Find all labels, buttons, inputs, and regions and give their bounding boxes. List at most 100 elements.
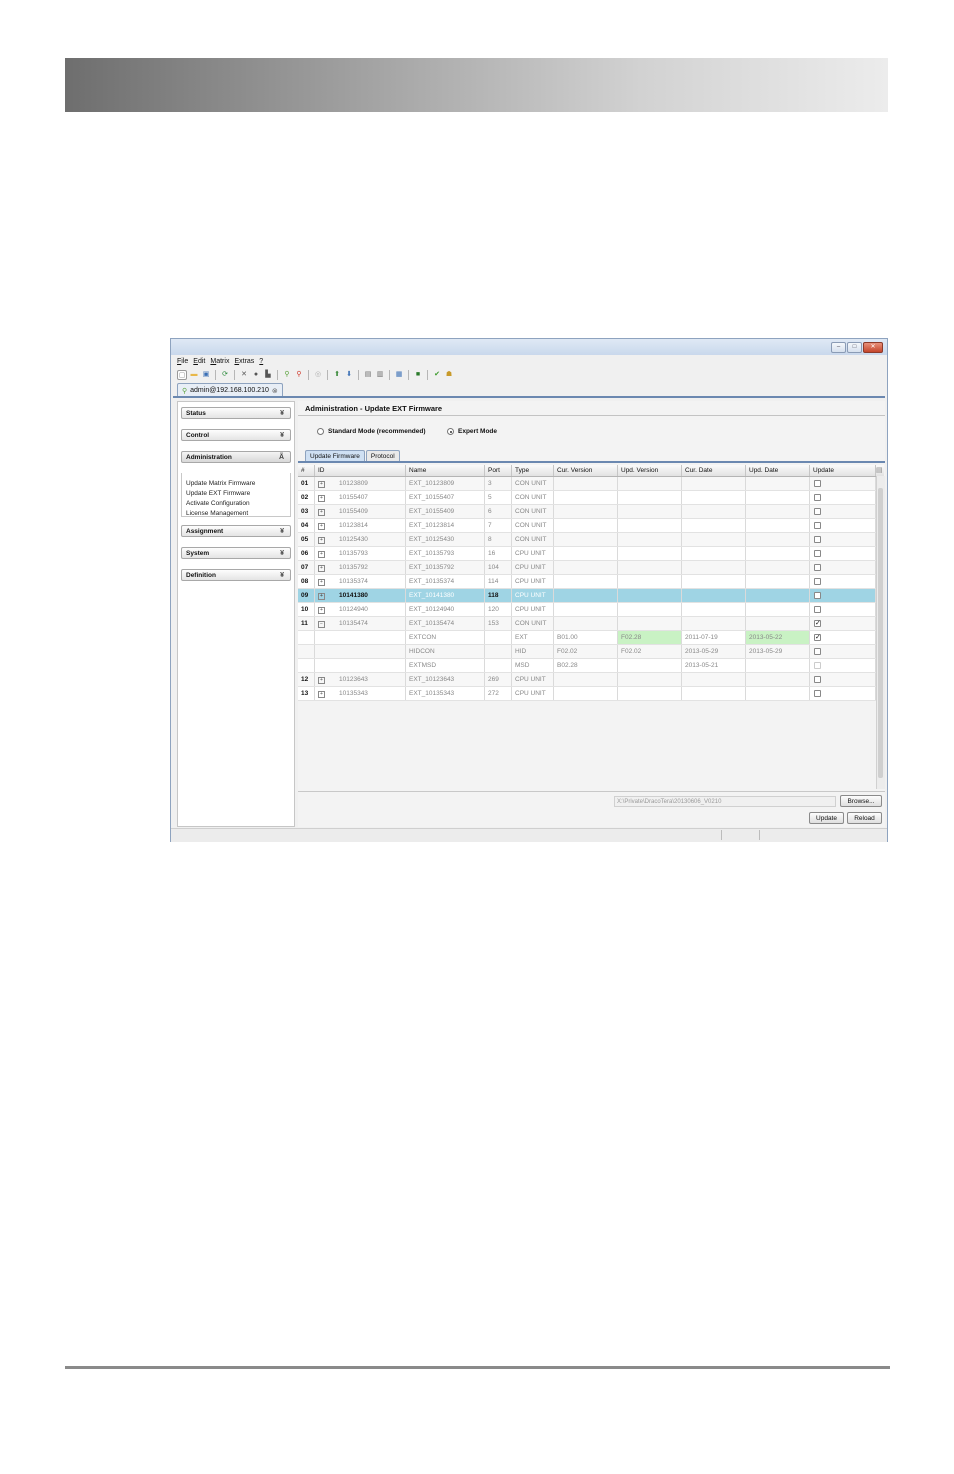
user-icon[interactable]: ☗ [444,370,454,380]
table-row[interactable]: 01 +10123809 EXT_10123809 3 CON UNIT [298,477,876,491]
sidebar-section-status[interactable]: Status ¥ [181,407,291,419]
expert-mode-option[interactable]: Expert Mode [447,428,497,435]
table-row[interactable]: 07 +10135792 EXT_10135792 104 CPU UNIT [298,561,876,575]
update-checkbox[interactable] [814,648,821,655]
update-checkbox[interactable] [814,578,821,585]
table-row[interactable]: 10 +10124940 EXT_10124940 120 CPU UNIT [298,603,876,617]
upload-icon[interactable]: ⬆ [332,370,342,380]
sidebar-section-definition[interactable]: Definition ¥ [181,569,291,581]
update-checkbox[interactable] [814,480,821,487]
open-icon[interactable]: ▬ [189,370,199,380]
expand-icon[interactable]: + [318,579,325,586]
menu-item[interactable]: File [177,358,188,365]
paste-icon[interactable]: ▙ [263,370,273,380]
standard-mode-option[interactable]: Standard Mode (recommended) [317,428,426,435]
table-row[interactable]: 12 +10123643 EXT_10123643 269 CPU UNIT [298,673,876,687]
column-header[interactable]: Update [810,465,876,476]
expand-icon[interactable]: + [318,509,325,516]
check-icon[interactable]: ✔ [432,370,442,380]
close-button[interactable]: ✕ [863,342,883,353]
column-header[interactable]: Port [485,465,512,476]
menu-item[interactable]: Extras [234,358,254,365]
sidebar-section-assignment[interactable]: Assignment ¥ [181,525,291,537]
update-checkbox[interactable] [814,550,821,557]
update-checkbox[interactable]: ✓ [814,620,821,627]
update-checkbox[interactable] [814,606,821,613]
update-checkbox[interactable] [814,494,821,501]
vertical-scrollbar[interactable] [876,476,885,789]
expand-icon[interactable]: + [318,481,325,488]
column-header[interactable]: ID [315,465,406,476]
sidebar-link-update-ext-firmware[interactable]: Update EXT Firmware [186,489,286,499]
export-icon[interactable]: ▥ [375,370,385,380]
table-row[interactable]: 06 +10135793 EXT_10135793 16 CPU UNIT [298,547,876,561]
expand-icon[interactable]: + [318,551,325,558]
menu-item[interactable]: Matrix [210,358,229,365]
connect-icon[interactable]: ⚲ [282,370,292,380]
new-icon[interactable]: ▢ [177,369,187,380]
column-header[interactable]: Upd. Date [746,465,810,476]
sidebar-section-system[interactable]: System ¥ [181,547,291,559]
column-header[interactable]: # [298,465,315,476]
column-settings-icon[interactable]: ▤ [876,465,883,476]
record-icon[interactable]: ● [251,370,261,380]
disconnect-icon[interactable]: ⚲ [294,370,304,380]
column-header[interactable]: Cur. Date [682,465,746,476]
maximize-button[interactable]: □ [847,342,862,353]
column-header[interactable]: Type [512,465,554,476]
column-header[interactable]: Name [406,465,485,476]
update-checkbox[interactable] [814,564,821,571]
update-checkbox[interactable]: ✓ [814,634,821,641]
table-row[interactable]: 13 +10135343 EXT_10135343 272 CPU UNIT [298,687,876,701]
minimize-button[interactable]: – [831,342,846,353]
column-header[interactable]: Cur. Version [554,465,618,476]
expand-icon[interactable]: + [318,565,325,572]
browse-button[interactable]: Browse... [840,795,882,807]
document-icon[interactable]: ▤ [363,370,373,380]
cut-icon[interactable]: ✕ [239,370,249,380]
sidebar-link-update-matrix-firmware[interactable]: Update Matrix Firmware [186,479,286,489]
sidebar-section-control[interactable]: Control ¥ [181,429,291,441]
collapse-icon[interactable]: − [318,621,325,628]
table-row[interactable]: 04 +10123814 EXT_10123814 7 CON UNIT [298,519,876,533]
menu-item[interactable]: Edit [193,358,205,365]
report-icon[interactable]: ▦ [394,370,404,380]
scrollbar-thumb[interactable] [878,488,883,778]
reload-button[interactable]: Reload [847,812,882,824]
update-checkbox[interactable] [814,522,821,529]
column-header[interactable]: Upd. Version [618,465,682,476]
menu-item[interactable]: ? [259,358,263,365]
table-sub-row[interactable]: EXTMSD MSD B02.28 2013-05-21 [298,659,876,673]
expand-icon[interactable]: + [318,607,325,614]
expand-icon[interactable]: + [318,677,325,684]
settings-icon[interactable]: ◎ [313,370,323,380]
firmware-path-field[interactable]: X:\Private\DracoTera\20130606_V0210 [614,796,836,807]
update-button[interactable]: Update [809,812,844,824]
update-checkbox[interactable] [814,592,821,599]
expert-mode-radio[interactable] [447,428,454,435]
table-row[interactable]: 05 +10125430 EXT_10125430 8 CON UNIT [298,533,876,547]
refresh-icon[interactable]: ⟳ [220,370,230,380]
expand-icon[interactable]: + [318,691,325,698]
table-sub-row[interactable]: EXTCON EXT B01.00 F02.28 2011-07-19 2013-05-2… [298,631,876,645]
update-checkbox[interactable] [814,508,821,515]
table-row[interactable]: 08 +10135374 EXT_10135374 114 CPU UNIT [298,575,876,589]
close-tab-icon[interactable]: ⊗ [272,387,278,395]
table-sub-row[interactable]: HIDCON HID F02.02 F02.02 2013-05-29 2013-05-2… [298,645,876,659]
expand-icon[interactable]: + [318,523,325,530]
save-icon[interactable]: ▣ [201,370,211,380]
sidebar-section-administration[interactable]: Administration Ã [181,451,291,463]
table-row[interactable]: 02 +10155407 EXT_10155407 5 CON UNIT [298,491,876,505]
update-checkbox[interactable] [814,536,821,543]
monitor-icon[interactable]: ■ [413,370,423,380]
table-row[interactable]: 11− 10135474 EXT_10135474 153 CON UNIT ✓ [298,617,876,631]
expand-icon[interactable]: + [318,495,325,502]
expand-icon[interactable]: + [318,537,325,544]
download-icon[interactable]: ⬇ [344,370,354,380]
update-checkbox[interactable] [814,676,821,683]
table-row[interactable]: 09 +10141380 EXT_10141380 118 CPU UNIT [298,589,876,603]
update-checkbox[interactable] [814,690,821,697]
sidebar-link-license-management[interactable]: License Management [186,509,286,519]
table-row[interactable]: 03 +10155409 EXT_10155409 6 CON UNIT [298,505,876,519]
connection-tab[interactable]: ⚲ admin@192.168.100.210 ⊗ [177,383,283,397]
